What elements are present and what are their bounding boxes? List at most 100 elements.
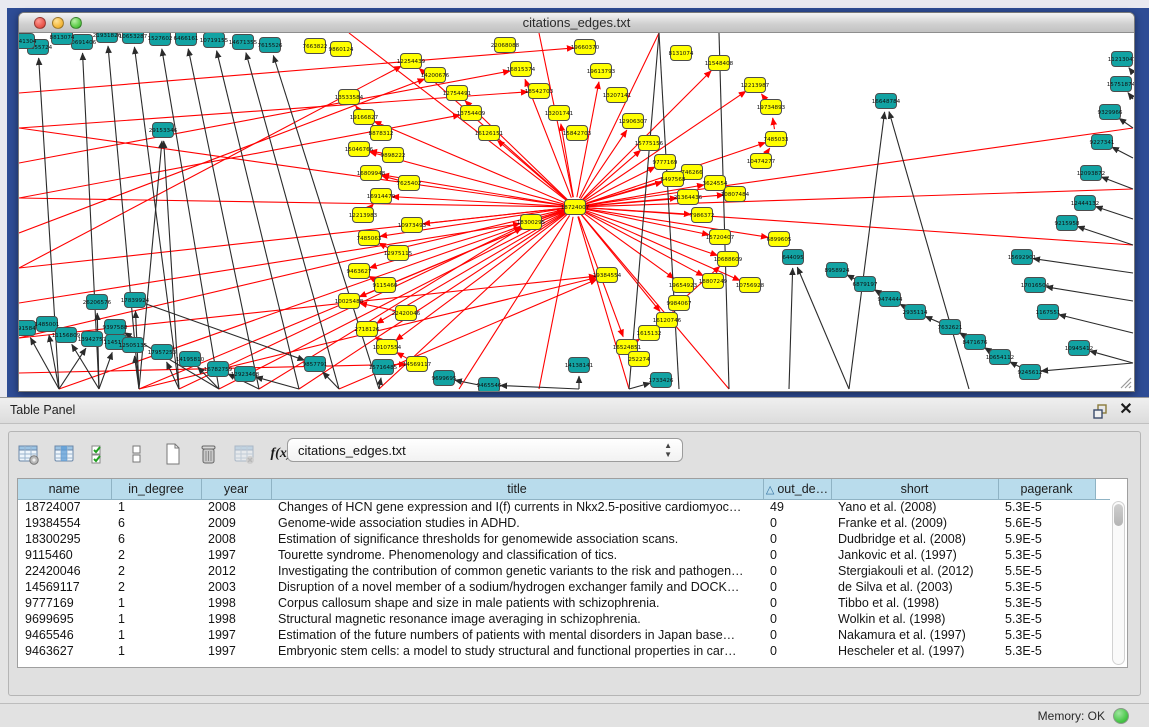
graph-node[interactable]: 8958924 [825, 263, 850, 278]
graph-node[interactable]: 16648784 [872, 94, 901, 109]
table-cell[interactable]: 2008 [201, 499, 271, 515]
table-cell[interactable]: 5.3E-5 [998, 643, 1095, 659]
graph-node[interactable]: 13533584 [335, 90, 364, 105]
table-cell[interactable]: Estimation of significance thresholds fo… [271, 531, 763, 547]
graph-node[interactable]: 3624554 [703, 176, 728, 191]
table-cell[interactable]: 9465546 [18, 627, 111, 643]
graph-node[interactable]: 13207141 [603, 88, 632, 103]
graph-node[interactable]: 14200676 [421, 68, 450, 83]
graph-node[interactable]: 9115460 [373, 278, 398, 293]
graph-node[interactable]: 8471676 [963, 335, 988, 350]
table-cell[interactable]: 5.6E-5 [998, 515, 1095, 531]
column-header-pagerank[interactable]: pagerank [998, 479, 1095, 499]
table-row[interactable]: 911546021997Tourette syndrome. Phenomeno… [18, 547, 1110, 563]
graph-node[interactable]: 16815374 [507, 62, 536, 77]
graph-node[interactable]: 9463627 [347, 264, 372, 279]
table-cell[interactable]: 2003 [201, 579, 271, 595]
table-cell[interactable]: 9777169 [18, 595, 111, 611]
table-cell[interactable]: 1 [111, 595, 201, 611]
graph-node[interactable]: 12975115 [384, 246, 413, 261]
graph-node[interactable]: 6497568 [661, 172, 686, 187]
table-cell[interactable]: Franke et al. (2009) [831, 515, 998, 531]
graph-node[interactable]: 22068088 [491, 38, 520, 53]
table-cell[interactable]: 0 [763, 579, 831, 595]
graph-node[interactable]: 15751874 [1107, 77, 1134, 92]
window-titlebar[interactable]: citations_edges.txt [19, 13, 1134, 33]
table-cell[interactable]: 0 [763, 595, 831, 611]
graph-node[interactable]: 14671355 [229, 35, 258, 50]
graph-node[interactable]: 9227341 [1090, 135, 1115, 150]
graph-node[interactable]: 16126151 [475, 126, 504, 141]
table-cell[interactable]: 5.3E-5 [998, 499, 1095, 515]
graph-node[interactable]: 11548408 [705, 56, 734, 71]
graph-node[interactable]: 9329966 [1098, 105, 1123, 120]
graph-node[interactable]: 26206576 [83, 295, 112, 310]
table-cell[interactable]: 0 [763, 627, 831, 643]
graph-node[interactable]: 7485063 [357, 231, 382, 246]
table-cell[interactable]: 5.5E-5 [998, 563, 1095, 579]
table-cell[interactable]: 2 [111, 547, 201, 563]
table-row[interactable]: 1830029562008Estimation of significance … [18, 531, 1110, 547]
table-cell[interactable]: 0 [763, 643, 831, 659]
graph-node[interactable]: 6466161 [174, 33, 199, 46]
close-panel-icon[interactable]: ✕ [1117, 401, 1135, 419]
graph-node[interactable]: 9215958 [1055, 216, 1080, 231]
graph-node[interactable]: 12093872 [1077, 166, 1105, 181]
graph-node[interactable]: 16782759 [204, 362, 233, 377]
table-cell[interactable]: Tourette syndrome. Phenomenology and cla… [271, 547, 763, 563]
table-row[interactable]: 1872400712008Changes of HCN gene express… [18, 499, 1110, 515]
delete-table-icon[interactable] [195, 440, 223, 468]
table-cell[interactable]: 18300295 [18, 531, 111, 547]
graph-node[interactable]: 9699695 [432, 371, 457, 386]
graph-node[interactable]: 7986372 [690, 208, 715, 223]
graph-node[interactable]: 7663822 [303, 39, 328, 54]
graph-node[interactable]: 18807249 [699, 274, 728, 289]
resize-grip-icon[interactable] [1118, 375, 1132, 389]
graph-node[interactable]: 21931826 [93, 33, 122, 43]
table-cell[interactable]: 1 [111, 643, 201, 659]
graph-node[interactable]: 12505135 [119, 338, 148, 353]
table-cell[interactable]: Wolkin et al. (1998) [831, 611, 998, 627]
table-row[interactable]: 1938455462009Genome-wide association stu… [18, 515, 1110, 531]
column-header-in_degree[interactable]: in_degree [111, 479, 201, 499]
graph-node[interactable]: 8878312 [369, 126, 394, 141]
graph-node[interactable]: 6899605 [767, 232, 792, 247]
graph-node[interactable]: 16914479 [367, 189, 396, 204]
graph-node[interactable]: 7615526 [258, 38, 283, 53]
table-cell[interactable]: 14569117 [18, 579, 111, 595]
graph-node[interactable]: 8131074 [669, 46, 694, 61]
graph-node[interactable]: 19613793 [587, 64, 616, 79]
table-cell[interactable]: 1998 [201, 611, 271, 627]
graph-node[interactable]: 19654923 [669, 278, 698, 293]
graph-node[interactable]: 12213983 [349, 208, 378, 223]
table-cell[interactable]: 18724007 [18, 499, 111, 515]
graph-node[interactable]: 1841304 [19, 34, 37, 49]
graph-node[interactable]: 10474277 [747, 154, 776, 169]
graph-node[interactable]: 19166827 [350, 110, 379, 125]
graph-node[interactable]: 12213987 [741, 78, 770, 93]
graph-node[interactable]: 14138141 [565, 358, 594, 373]
table-cell[interactable]: 6 [111, 531, 201, 547]
graph-node[interactable]: 9245612 [1018, 365, 1043, 380]
column-header-short[interactable]: short [831, 479, 998, 499]
table-cell[interactable]: 5.3E-5 [998, 579, 1095, 595]
graph-node[interactable]: 13942757 [78, 332, 107, 347]
graph-node[interactable]: 7625402 [397, 176, 422, 191]
graph-node[interactable]: 15046766 [345, 142, 374, 157]
table-cell[interactable]: Estimation of the future numbers of pati… [271, 627, 763, 643]
graph-node[interactable]: 18542703 [525, 84, 554, 99]
table-cell[interactable]: 9699695 [18, 611, 111, 627]
table-cell[interactable]: 49 [763, 499, 831, 515]
table-cell[interactable]: 5.3E-5 [998, 547, 1095, 563]
table-cell[interactable]: Corpus callosum shape and size in male p… [271, 595, 763, 611]
table-cell[interactable]: Nakamura et al. (1997) [831, 627, 998, 643]
table-cell[interactable]: Hescheler et al. (1997) [831, 643, 998, 659]
table-cell[interactable]: Investigating the contribution of common… [271, 563, 763, 579]
table-cell[interactable]: 5.3E-5 [998, 611, 1095, 627]
graph-node[interactable]: 12444132 [1071, 196, 1099, 211]
table-cell[interactable]: Embryonic stem cells: a model to study s… [271, 643, 763, 659]
graph-node[interactable]: 1615132 [637, 326, 662, 341]
graph-node[interactable]: 9898222 [381, 148, 406, 163]
network-table-select[interactable]: citations_edges.txt ▲▼ [287, 438, 683, 462]
graph-node[interactable]: 17957253 [148, 345, 177, 360]
